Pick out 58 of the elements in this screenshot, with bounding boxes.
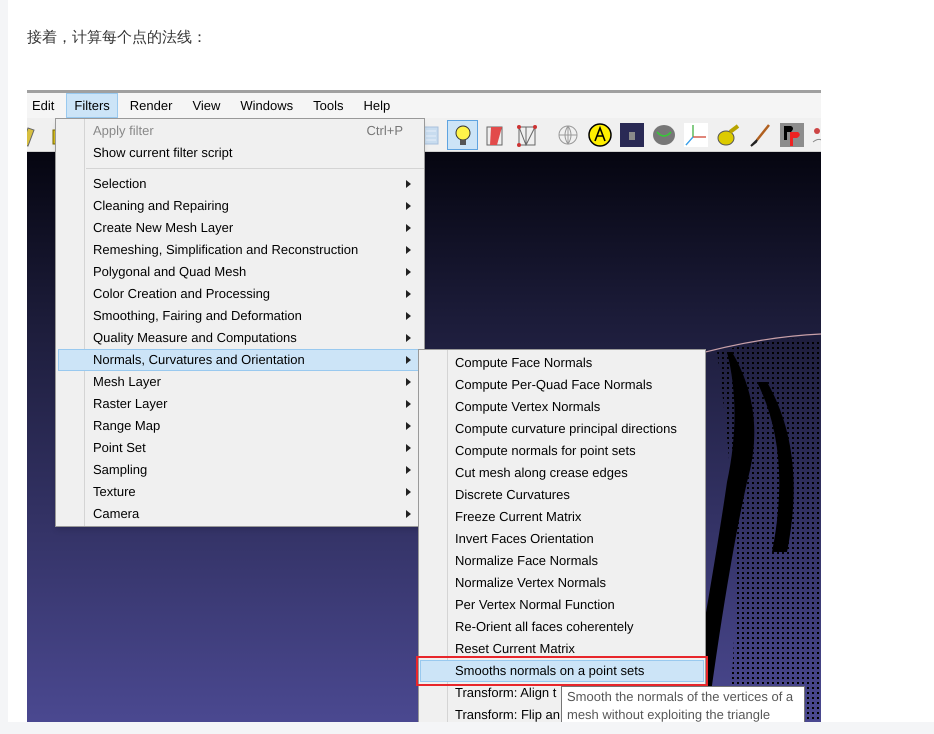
submenu-arrow-icon [406, 400, 411, 408]
submenu-arrow-icon [406, 290, 411, 298]
submenu-arrow-icon [406, 224, 411, 232]
menu-item[interactable]: Per Vertex Normal Function [420, 594, 704, 616]
submenu-arrow-icon [406, 180, 411, 188]
menu-item[interactable]: Compute Face Normals [420, 352, 704, 374]
submenu-arrow-icon [406, 334, 411, 342]
menu-item[interactable]: Invert Faces Orientation [420, 528, 704, 550]
submenu-arrow-icon [406, 246, 411, 254]
menu-item[interactable]: Filters [66, 93, 118, 118]
menu-item[interactable]: Remeshing, Simplification and Reconstruction [58, 239, 422, 261]
menu-item[interactable]: Help [354, 93, 400, 118]
submenu-arrow-icon [406, 378, 411, 386]
menu-item[interactable]: Point Set [58, 437, 422, 459]
menu-item[interactable]: Cleaning and Repairing [58, 195, 422, 217]
menu-item[interactable]: Texture [58, 481, 422, 503]
tooltip-text: Smooth the normals of the vertices of a [567, 688, 794, 706]
menu-item[interactable]: Camera [58, 503, 422, 525]
menu-item[interactable]: Range Map [58, 415, 422, 437]
menu-item[interactable]: Tools [304, 93, 352, 118]
menu-item[interactable]: Show current filter script [58, 142, 422, 164]
menu-item[interactable]: Compute Vertex Normals [420, 396, 704, 418]
menu-item[interactable]: Create New Mesh Layer [58, 217, 422, 239]
menu-item[interactable]: Cut mesh along crease edges [420, 462, 704, 484]
menu-item[interactable]: Windows [231, 93, 302, 118]
submenu-arrow-icon [406, 466, 411, 474]
submenu-arrow-icon [406, 488, 411, 496]
menu-item[interactable]: Smoothing, Fairing and Deformation [58, 305, 422, 327]
submenu-arrow-icon [406, 202, 411, 210]
tooltip-text: mesh without exploiting the triangle [567, 706, 772, 722]
menu-item[interactable]: Color Creation and Processing [58, 283, 422, 305]
menu-item[interactable]: Normalize Vertex Normals [420, 572, 704, 594]
menu-item[interactable]: Selection [58, 173, 422, 195]
menu-item[interactable]: Discrete Curvatures [420, 484, 704, 506]
menu-item[interactable]: Compute Per-Quad Face Normals [420, 374, 704, 396]
light-bulb-icon[interactable] [447, 120, 478, 150]
menu-item[interactable]: Polygonal and Quad Mesh [58, 261, 422, 283]
submenu-arrow-icon [406, 510, 411, 518]
menu-item[interactable]: Normalize Face Normals [420, 550, 704, 572]
menu-item[interactable]: Re-Orient all faces coherentely [420, 616, 704, 638]
menu-item[interactable]: Raster Layer [58, 393, 422, 415]
menu-item[interactable]: Freeze Current Matrix [420, 506, 704, 528]
submenu-arrow-icon [406, 268, 411, 276]
menu-item[interactable]: View [183, 93, 230, 118]
menu-item[interactable]: Edit [27, 93, 64, 118]
menu-item[interactable]: Compute normals for point sets [420, 440, 704, 462]
submenu-arrow-icon [406, 422, 411, 430]
menu-item[interactable]: Quality Measure and Computations [58, 327, 422, 349]
intro-text: 接着，计算每个点的法线： [27, 27, 207, 48]
submenu-arrow-icon [406, 444, 411, 452]
menu-item[interactable]: Reset Current Matrix [420, 638, 704, 660]
shortcut-text: Ctrl+P [366, 122, 404, 140]
menu-item[interactable]: Render [120, 93, 182, 118]
menu-item[interactable]: Compute curvature principal directions [420, 418, 704, 440]
menu-item[interactable]: Mesh Layer [58, 371, 422, 393]
submenu-arrow-icon [406, 312, 411, 320]
menu-item[interactable]: Sampling [58, 459, 422, 481]
submenu-arrow-icon [406, 356, 411, 364]
